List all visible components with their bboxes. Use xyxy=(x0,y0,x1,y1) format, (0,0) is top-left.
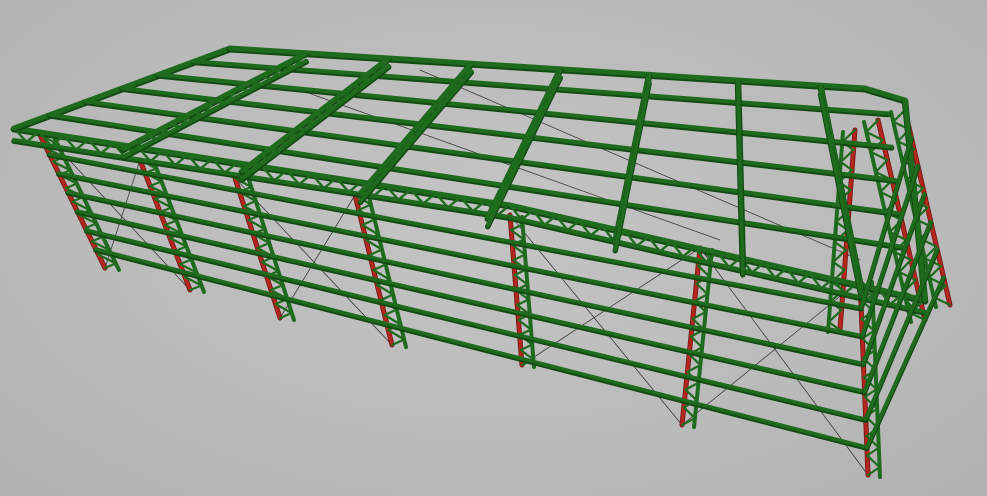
roof-rafter-4-bottom-chord xyxy=(485,74,563,228)
3d-viewport[interactable] xyxy=(0,0,987,496)
gable-column-2-web xyxy=(865,118,880,134)
wall-girt-6 xyxy=(93,247,869,449)
roof-rafter-2-web xyxy=(240,169,253,174)
roof-rafter-2-web xyxy=(332,99,345,103)
roof-rafter-3-bottom-chord xyxy=(358,69,474,204)
roof-rafter-4-web xyxy=(486,214,494,219)
roof-rafter-2-web xyxy=(314,113,326,117)
roof-rafter-2-web xyxy=(295,127,308,131)
steel-frame-model xyxy=(10,45,953,479)
roof-rafter-2-web xyxy=(369,70,381,75)
roof-rafter-2-web xyxy=(258,155,271,160)
ridge-line xyxy=(227,45,868,91)
roof-rafter-5-web xyxy=(614,237,619,243)
roof-rafter-2-web xyxy=(350,85,363,89)
wall-girt-4 xyxy=(75,209,867,394)
gable-column-2-web xyxy=(874,158,889,174)
roof-rafter-2-web xyxy=(277,141,289,145)
